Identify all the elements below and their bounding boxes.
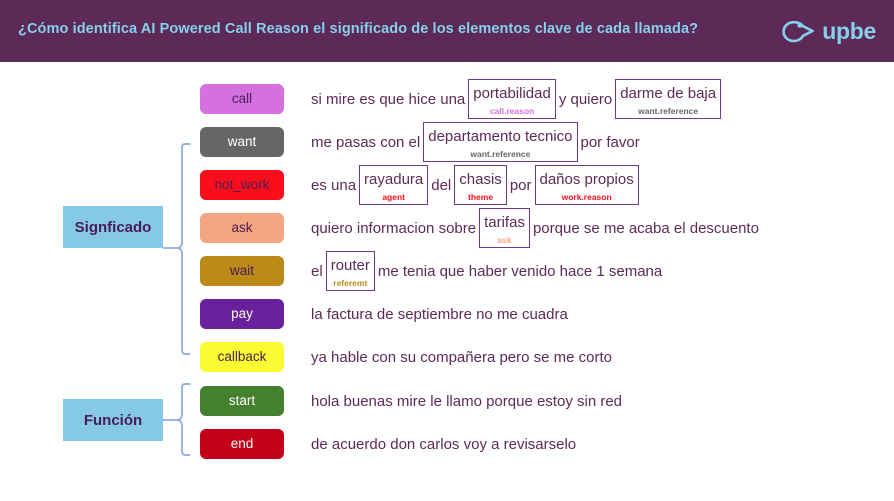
annotated-span[interactable]: tarifas ask [479, 208, 530, 248]
annotation-tag: want.reference [470, 149, 531, 159]
diagram-canvas: Signficado Función call want not_work as… [0, 62, 894, 501]
sentence-text: por favor [580, 133, 640, 151]
sentence-row-call: si mire es que hice una portabilidad call.… [311, 79, 722, 119]
sentence-row-callback: ya hable con su compañera pero se me cor… [311, 342, 615, 372]
badge-call[interactable]: call [200, 84, 284, 114]
annotated-span[interactable]: rayadura agent [359, 165, 429, 205]
sentence-row-ask: quiero informacion sobre tarifas ask porque… [311, 208, 762, 248]
sentence-text: quiero informacion sobre [311, 219, 477, 237]
annotated-span[interactable]: darme de baja want.reference [615, 79, 722, 119]
annotated-span-text: rayadura [364, 171, 424, 188]
annotated-span-text: daños propios [539, 171, 634, 188]
annotation-tag: ask [497, 235, 512, 245]
annotated-span-text: departamento tecnico [428, 128, 573, 145]
page-title: ¿Cómo identifica AI Powered Call Reason … [18, 21, 699, 37]
sentence-text: por [509, 176, 532, 194]
badge-label: end [230, 436, 254, 452]
sentence-text: del [431, 176, 452, 194]
brand-logo: upbe [781, 15, 876, 47]
annotated-span[interactable]: daños propios work.reason [534, 165, 639, 205]
badge-label: ask [231, 220, 253, 236]
sentence-text: me tenia que haber venido hace 1 semana [377, 262, 663, 280]
annotation-tag: agent [382, 192, 405, 202]
badge-callback[interactable]: callback [200, 342, 284, 372]
badge-label: wait [229, 263, 254, 279]
sentence-text: si mire es que hice una [311, 90, 466, 108]
annotation-tag: want.reference [638, 106, 699, 116]
sentence-text: es una [311, 176, 357, 194]
sentence-row-start: hola buenas mire le llamo porque estoy s… [311, 386, 625, 416]
group-box-funcion: Función [63, 399, 163, 441]
badge-label: callback [217, 349, 267, 365]
sentence-text: la factura de septiembre no me cuadra [311, 305, 568, 323]
badge-label: want [227, 134, 257, 150]
annotation-tag: referemt [333, 278, 368, 288]
group-label-funcion: Función [83, 411, 143, 429]
sentence-row-pay: la factura de septiembre no me cuadra [311, 299, 571, 329]
badge-label: start [228, 393, 256, 409]
group-box-significado: Signficado [63, 206, 163, 248]
whistle-icon [781, 18, 815, 44]
badge-not-work[interactable]: not_work [200, 170, 284, 200]
brand-name: upbe [822, 17, 876, 44]
sentence-text: ya hable con su compañera pero se me cor… [311, 348, 613, 366]
annotation-tag: theme [468, 192, 494, 202]
sentence-row-want: me pasas con el departamento tecnico want.… [311, 122, 643, 162]
sentence-text: y quiero [558, 90, 613, 108]
annotated-span-text: tarifas [484, 214, 525, 231]
badge-label: call [231, 91, 253, 107]
group-label-significado: Signficado [74, 218, 152, 236]
annotated-span[interactable]: portabilidad call.reason [468, 79, 556, 119]
annotated-span[interactable]: router referemt [325, 251, 375, 291]
sentence-text: hola buenas mire le llamo porque estoy s… [311, 392, 623, 410]
sentence-text: porque se me acaba el descuento [532, 219, 759, 237]
sentence-row-not-work: es una rayadura agent del chasis theme por daño… [311, 165, 639, 205]
annotated-span-text: darme de baja [620, 85, 717, 102]
sentence-text: me pasas con el [311, 133, 421, 151]
sentence-row-wait: el router referemt me tenia que haber venid… [311, 251, 665, 291]
annotation-tag: work.reason [561, 192, 612, 202]
badge-wait[interactable]: wait [200, 256, 284, 286]
bracket-significado [163, 142, 191, 358]
badge-label: pay [231, 306, 253, 322]
annotated-span-text: chasis [459, 171, 502, 188]
annotated-span-text: router [330, 257, 370, 274]
bracket-funcion [163, 382, 191, 458]
annotated-span-text: portabilidad [473, 85, 551, 102]
page-header: ¿Cómo identifica AI Powered Call Reason … [0, 0, 894, 62]
sentence-text: el [311, 262, 323, 280]
sentence-row-end: de acuerdo don carlos voy a revisarselo [311, 429, 579, 459]
annotated-span[interactable]: chasis theme [454, 165, 507, 205]
sentence-text: de acuerdo don carlos voy a revisarselo [311, 435, 577, 453]
annotated-span[interactable]: departamento tecnico want.reference [423, 122, 578, 162]
badge-want[interactable]: want [200, 127, 284, 157]
badge-start[interactable]: start [200, 386, 284, 416]
badge-end[interactable]: end [200, 429, 284, 459]
badge-ask[interactable]: ask [200, 213, 284, 243]
badge-pay[interactable]: pay [200, 299, 284, 329]
annotation-tag: call.reason [489, 106, 535, 116]
badge-label: not_work [214, 177, 270, 193]
